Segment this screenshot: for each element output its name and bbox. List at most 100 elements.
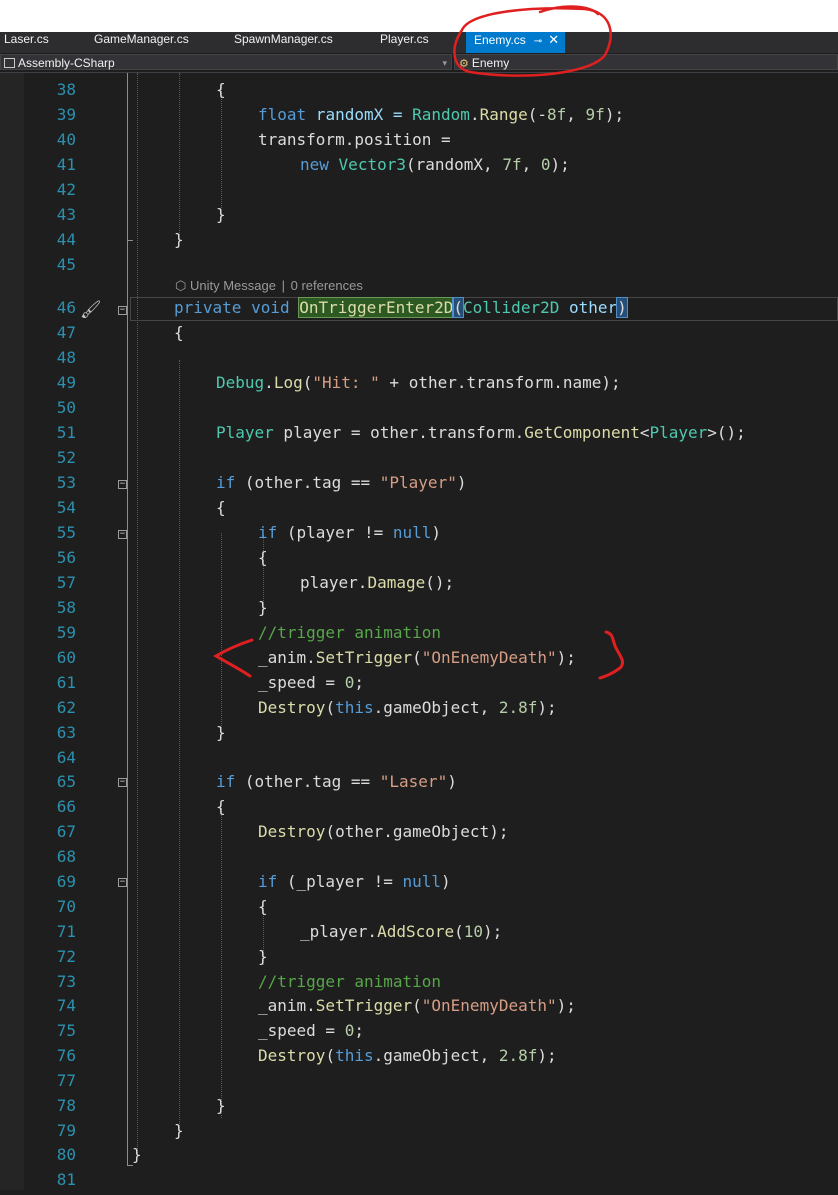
code-line: 58} [0, 598, 838, 623]
line-number: 78 [56, 1096, 76, 1115]
tab-label: SpawnManager.cs [234, 32, 333, 46]
project-dropdown[interactable]: Assembly-CSharp ▾ [0, 54, 452, 70]
code-line: 54 { [0, 498, 838, 523]
code-text: } [216, 723, 226, 742]
code-line: 45 [0, 255, 838, 280]
code-line: 47 { [0, 323, 838, 348]
line-number: 64 [56, 748, 76, 767]
pin-icon[interactable]: ⊸ [534, 36, 542, 47]
code-text: { [258, 897, 268, 916]
line-number: 63 [56, 723, 76, 742]
line-number: 77 [56, 1071, 76, 1090]
line-number: 51 [56, 423, 76, 442]
line-number: 67 [56, 822, 76, 841]
code-text: } [132, 1145, 142, 1164]
code-line: 42 [0, 180, 838, 205]
code-text: } [216, 205, 226, 224]
line-number: 60 [56, 648, 76, 667]
code-text: { [216, 80, 226, 99]
line-number: 66 [56, 797, 76, 816]
line-number: 39 [56, 105, 76, 124]
line-number: 62 [56, 698, 76, 717]
line-number: 72 [56, 947, 76, 966]
code-text: { [216, 498, 226, 517]
close-icon[interactable]: ✕ [548, 32, 559, 47]
tab-label: Player.cs [380, 32, 429, 46]
code-text: transform.position = [258, 130, 451, 149]
tab-spawn-manager[interactable]: SpawnManager.cs [234, 32, 333, 53]
code-line: 76 Destroy(this.gameObject, 2.8f); [0, 1046, 838, 1071]
line-number: 43 [56, 205, 76, 224]
code-line: 57 player.Damage(); [0, 573, 838, 598]
line-number: 48 [56, 348, 76, 367]
code-text: private void OnTriggerEnter2D(Collider2D… [174, 297, 628, 318]
code-text: Destroy(other.gameObject); [258, 822, 509, 841]
code-line: 65 if (other.tag == "Laser") [0, 772, 838, 797]
line-number: 74 [56, 996, 76, 1015]
code-line: 78} [0, 1096, 838, 1121]
type-dropdown[interactable]: ⚙ Enemy [454, 54, 838, 70]
code-line: 48 [0, 348, 838, 373]
codelens-references[interactable]: 0 references [291, 278, 363, 293]
class-icon: ⚙ [459, 58, 469, 70]
code-line: 49 Debug.Log("Hit: " + other.transform.na… [0, 373, 838, 398]
project-icon [4, 58, 15, 68]
code-text: { [258, 548, 268, 567]
line-number: 69 [56, 872, 76, 891]
code-text: _anim.SetTrigger("OnEnemyDeath"); [258, 996, 576, 1015]
code-editor[interactable]: − − − − − 🖌 ⬡ Unity Message | 0 referenc… [0, 73, 838, 1190]
tab-laser[interactable]: Laser.cs [4, 32, 49, 53]
line-number: 50 [56, 398, 76, 417]
code-line: 79} [0, 1121, 838, 1146]
code-text: _anim.SetTrigger("OnEnemyDeath"); [258, 648, 576, 667]
code-line: 41 new Vector3(randomX, 7f, 0); [0, 155, 838, 180]
line-number: 54 [56, 498, 76, 517]
code-line: 81 [0, 1170, 838, 1195]
code-line: 60 _anim.SetTrigger("OnEnemyDeath"); [0, 648, 838, 673]
code-line: 69 if (_player != null) [0, 872, 838, 897]
line-number: 58 [56, 598, 76, 617]
tab-game-manager[interactable]: GameManager.cs [94, 32, 189, 53]
line-number: 79 [56, 1121, 76, 1140]
line-number: 47 [56, 323, 76, 342]
code-text: } [216, 1096, 226, 1115]
line-number: 75 [56, 1021, 76, 1040]
code-text: Player player = other.transform.GetCompo… [216, 423, 746, 442]
code-line: 71 _player.AddScore(10); [0, 922, 838, 947]
code-line: 56 { [0, 548, 838, 573]
code-line: 53 if (other.tag == "Player") [0, 473, 838, 498]
code-line: 68 [0, 847, 838, 872]
code-line: 46 private void OnTriggerEnter2D(Collider… [0, 297, 838, 323]
code-text: if (other.tag == "Player") [216, 473, 467, 492]
codelens-separator: | [281, 278, 285, 293]
tab-label: Enemy.cs [474, 33, 526, 47]
code-line: 72} [0, 947, 838, 972]
line-number: 53 [56, 473, 76, 492]
line-number: 49 [56, 373, 76, 392]
code-line: 44} [0, 230, 838, 255]
code-text: player.Damage(); [300, 573, 455, 592]
code-line: 70 { [0, 897, 838, 922]
codelens-unity-message[interactable]: Unity Message [190, 278, 276, 293]
chevron-down-icon: ▾ [442, 58, 447, 68]
code-line: 55 if (player != null) [0, 523, 838, 548]
line-number: 65 [56, 772, 76, 791]
line-number: 70 [56, 897, 76, 916]
line-number: 73 [56, 972, 76, 991]
code-text: float randomX = Random.Range(-8f, 9f); [258, 105, 625, 124]
line-number: 41 [56, 155, 76, 174]
code-text: if (player != null) [258, 523, 442, 542]
line-number: 38 [56, 80, 76, 99]
codelens[interactable]: ⬡ Unity Message | 0 references [175, 278, 363, 298]
code-text: Destroy(this.gameObject, 2.8f); [258, 698, 557, 717]
code-line: 50 [0, 398, 838, 423]
code-line: 59 //trigger animation [0, 623, 838, 648]
code-text: } [258, 598, 268, 617]
code-text: _player.AddScore(10); [300, 922, 503, 941]
tab-player[interactable]: Player.cs [380, 32, 429, 53]
tab-enemy[interactable]: Enemy.cs ⊸ ✕ [466, 32, 566, 53]
line-number: 68 [56, 847, 76, 866]
line-number: 71 [56, 922, 76, 941]
code-line: 39 float randomX = Random.Range(-8f, 9f); [0, 105, 838, 130]
code-line: 38 { [0, 80, 838, 105]
